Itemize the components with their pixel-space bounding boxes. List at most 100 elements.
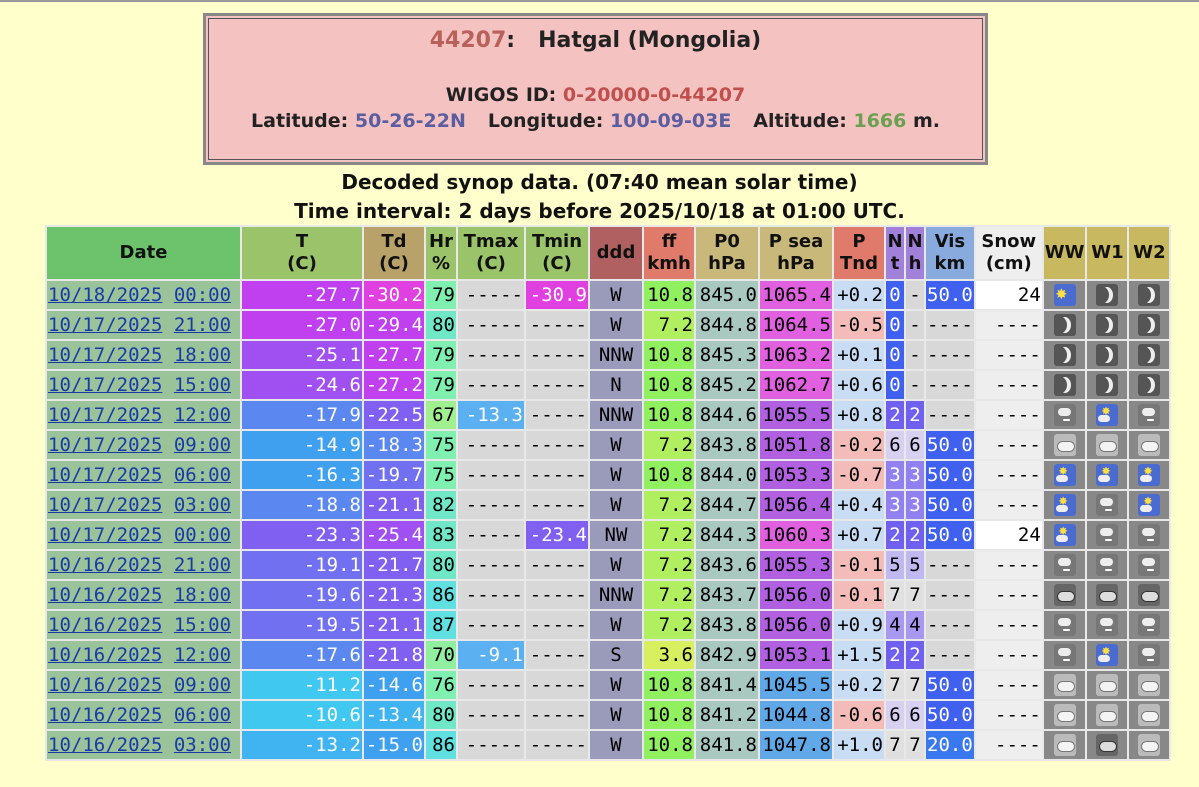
time-link[interactable]: 03:00 [174,494,231,516]
sun-snow-icon [1053,491,1076,517]
date-cell: 10/16/2025 09:00 [47,671,240,699]
col-nt: Nt [886,227,904,279]
date-link[interactable]: 10/17/2025 [48,404,162,426]
date-link[interactable]: 10/16/2025 [48,704,162,726]
date-link[interactable]: 10/17/2025 [48,374,162,396]
w2-cell [1129,461,1170,489]
time-link[interactable]: 12:00 [174,404,231,426]
date-link[interactable]: 10/16/2025 [48,644,162,666]
total-cloud-cell: 7 [886,581,904,609]
title-separator: : [506,28,516,53]
date-link[interactable]: 10/16/2025 [48,734,162,756]
total-cloud-cell: 2 [886,401,904,429]
time-link[interactable]: 00:00 [174,284,231,306]
table-row: 10/17/2025 09:00 -14.9 -18.3 75 ----- ----- W 7… [47,431,1170,459]
col-w2: W2 [1129,227,1170,279]
time-link[interactable]: 15:00 [174,614,231,636]
col-psea-name: P sea [768,231,824,252]
date-link[interactable]: 10/16/2025 [48,554,162,576]
col-ff: ff kmh [644,227,694,279]
snow-icon [1138,554,1161,577]
date-cell: 10/17/2025 00:00 [47,521,240,549]
time-link[interactable]: 18:00 [174,344,231,366]
snow-cell: ---- [975,461,1042,489]
time-link[interactable]: 09:00 [174,674,231,696]
w2-cell [1129,491,1170,519]
snow-cell: ---- [975,311,1042,339]
cloud-icon [1138,434,1161,457]
time-link[interactable]: 00:00 [174,524,231,546]
date-cell: 10/17/2025 21:00 [47,311,240,339]
w1-cell [1087,581,1128,609]
date-link[interactable]: 10/16/2025 [48,674,162,696]
moon-icon [1096,314,1119,337]
snow-cell: ---- [975,371,1042,399]
station-pressure-cell: 843.7 [696,581,758,609]
date-link[interactable]: 10/17/2025 [48,464,162,486]
date-link[interactable]: 10/16/2025 [48,584,162,606]
wind-dir-cell: W [590,461,642,489]
temp-cell: -11.2 [242,671,362,699]
wind-speed-cell: 3.6 [644,641,694,669]
table-row: 10/16/2025 12:00 -17.6 -21.8 70 -9.1 ----- S 3.… [47,641,1170,669]
wind-dir-cell: W [590,731,642,759]
temp-cell: -10.6 [242,701,362,729]
visibility-cell: 50.0 [926,521,974,549]
visibility-cell: ---- [926,581,974,609]
date-link[interactable]: 10/18/2025 [48,284,162,306]
time-link[interactable]: 18:00 [174,584,231,606]
moon-icon [1138,374,1161,397]
time-link[interactable]: 09:00 [174,434,231,456]
moon-icon [1053,344,1076,367]
cloud-icon [1138,734,1161,757]
date-cell: 10/16/2025 12:00 [47,641,240,669]
time-link[interactable]: 21:00 [174,554,231,576]
w1-cell [1087,431,1128,459]
date-link[interactable]: 10/17/2025 [48,494,162,516]
col-hr: Hr% [426,227,456,279]
date-link[interactable]: 10/17/2025 [48,524,162,546]
pressure-tendency-cell: -0.7 [834,461,884,489]
temp-cell: -19.5 [242,611,362,639]
date-link[interactable]: 10/17/2025 [48,314,162,336]
dewpoint-cell: -21.1 [364,611,424,639]
time-interval-subtitle: Time interval: 2 days before 2025/10/18 … [294,199,905,223]
w1-cell [1087,671,1128,699]
sea-pressure-cell: 1062.7 [760,371,832,399]
visibility-cell: 50.0 [926,701,974,729]
ww-cell [1043,581,1086,609]
sun-icon [1053,282,1076,307]
time-link[interactable]: 15:00 [174,374,231,396]
w1-cell [1087,611,1128,639]
col-tmin-unit: (C) [542,253,572,274]
pressure-tendency-cell: +0.1 [834,341,884,369]
time-link[interactable]: 06:00 [174,464,231,486]
wind-dir-cell: W [590,671,642,699]
date-cell: 10/16/2025 18:00 [47,581,240,609]
temp-cell: -19.6 [242,581,362,609]
visibility-cell: ---- [926,311,974,339]
dewpoint-cell: -27.7 [364,341,424,369]
wind-speed-cell: 7.2 [644,311,694,339]
date-link[interactable]: 10/16/2025 [48,614,162,636]
snow-icon [1096,554,1119,577]
total-cloud-cell: 7 [886,731,904,759]
time-link[interactable]: 12:00 [174,644,231,666]
decoded-subtitle: Decoded synop data. (07:40 mean solar ti… [341,170,858,194]
moon-icon [1096,344,1119,367]
date-link[interactable]: 10/17/2025 [48,344,162,366]
sea-pressure-cell: 1053.1 [760,641,832,669]
time-link[interactable]: 21:00 [174,314,231,336]
total-cloud-cell: 7 [886,671,904,699]
visibility-cell: ---- [926,551,974,579]
w1-cell [1087,281,1128,309]
total-cloud-cell: 5 [886,551,904,579]
time-link[interactable]: 06:00 [174,704,231,726]
dark-cloud-icon [1096,584,1119,607]
date-link[interactable]: 10/17/2025 [48,434,162,456]
time-link[interactable]: 03:00 [174,734,231,756]
wigos-line: WIGOS ID: 0-20000-0-44207 [206,84,985,106]
low-cloud-cell: - [906,281,924,309]
date-cell: 10/17/2025 12:00 [47,401,240,429]
wind-dir-cell: NNW [590,341,642,369]
